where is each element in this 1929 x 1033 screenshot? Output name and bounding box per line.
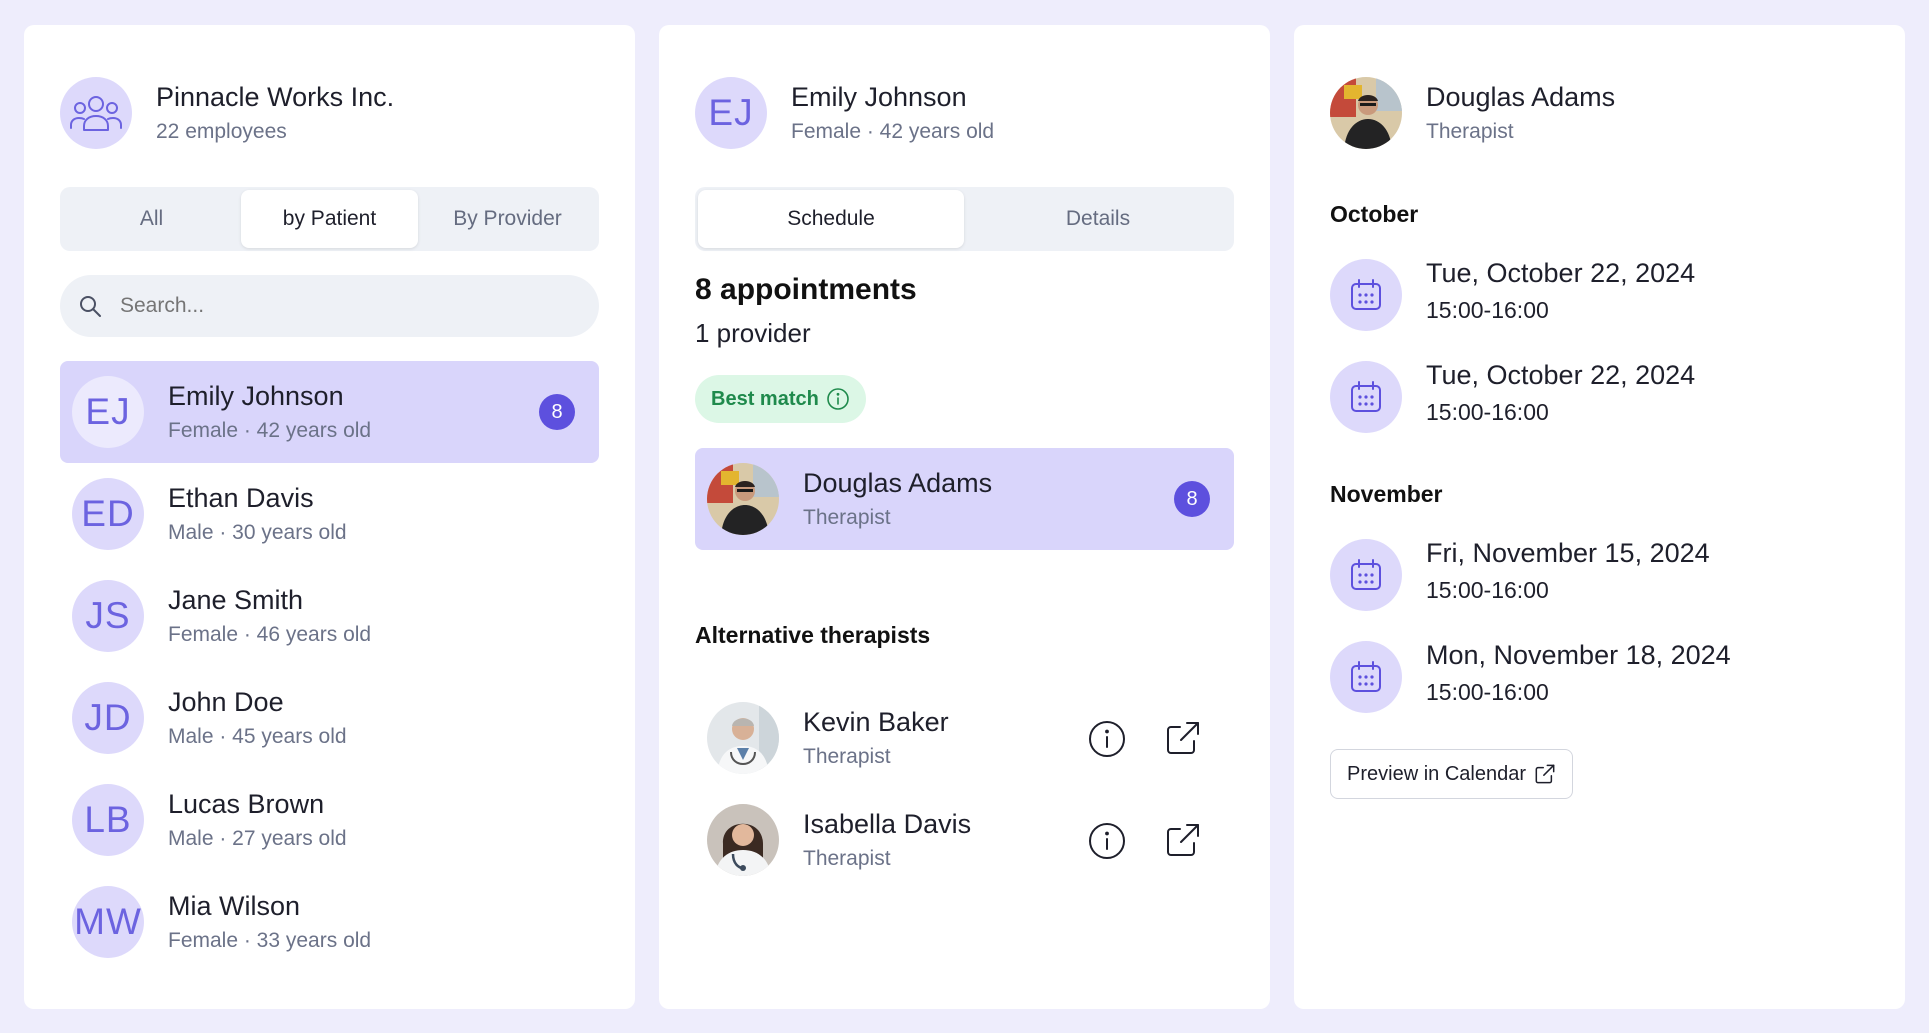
tab-schedule[interactable]: Schedule xyxy=(698,190,964,248)
patient-avatar: EJ xyxy=(695,77,767,149)
patient-row-mia-wilson[interactable]: MW Mia Wilson Female · 33 years old xyxy=(60,871,599,973)
provider-schedule-panel: Douglas Adams Therapist October Tue, Oct… xyxy=(1294,25,1905,1009)
appointment-date: Mon, November 18, 2024 xyxy=(1426,640,1731,670)
month-heading: November xyxy=(1330,481,1443,507)
filter-segmented-control: All by Patient By Provider xyxy=(60,187,599,251)
patient-avatar: LB xyxy=(72,784,144,856)
appointment-item: Tue, October 22, 2024 15:00-16:00 xyxy=(1330,255,1869,335)
patient-name: Ethan Davis xyxy=(168,483,314,513)
provider-row-douglas-adams[interactable]: Douglas Adams Therapist 8 xyxy=(695,448,1234,550)
appointment-date: Tue, October 22, 2024 xyxy=(1426,360,1696,390)
preview-in-calendar-button[interactable]: Preview in Calendar xyxy=(1330,749,1573,799)
patient-info: Female · 46 years old xyxy=(168,623,372,646)
month-heading: October xyxy=(1330,201,1419,227)
patient-name: Jane Smith xyxy=(168,585,304,615)
patient-avatar: JD xyxy=(72,682,144,754)
alternatives-heading: Alternative therapists xyxy=(695,622,931,648)
provider-name: Douglas Adams xyxy=(1426,82,1616,112)
best-match-label: Best match xyxy=(711,387,819,410)
douglas-adams-photo xyxy=(707,463,779,535)
appointments-count: 8 appointments xyxy=(695,273,917,306)
appointment-date: Fri, November 15, 2024 xyxy=(1426,538,1710,568)
calendar-icon xyxy=(1330,361,1402,433)
patient-info: Female · 42 years old xyxy=(168,419,372,442)
patient-row-lucas-brown[interactable]: LB Lucas Brown Male · 27 years old xyxy=(60,769,599,871)
appointment-time: 15:00-16:00 xyxy=(1426,297,1549,323)
calendar-icon xyxy=(1330,259,1402,331)
isabella-davis-photo xyxy=(707,804,779,876)
tab-details[interactable]: Details xyxy=(965,190,1231,248)
patient-avatar: JS xyxy=(72,580,144,652)
info-icon[interactable] xyxy=(1088,720,1126,758)
external-link-icon[interactable] xyxy=(1164,821,1202,859)
search-icon xyxy=(80,296,101,317)
patient-name: John Doe xyxy=(168,687,284,717)
preview-button-label: Preview in Calendar xyxy=(1347,762,1526,785)
appointment-time: 15:00-16:00 xyxy=(1426,577,1549,603)
patient-row-john-doe[interactable]: JD John Doe Male · 45 years old xyxy=(60,667,599,769)
therapist-name: Kevin Baker xyxy=(803,707,949,737)
patient-avatar: EJ xyxy=(72,376,144,448)
external-link-icon xyxy=(1535,764,1555,784)
patient-name: Emily Johnson xyxy=(791,82,967,112)
detail-tabs: Schedule Details xyxy=(695,187,1234,251)
tab-by-patient[interactable]: by Patient xyxy=(241,190,418,248)
patient-info: Female · 33 years old xyxy=(168,929,372,952)
patient-name: Lucas Brown xyxy=(168,789,325,819)
employee-count: 22 employees xyxy=(156,120,287,143)
appointment-item: Mon, November 18, 2024 15:00-16:00 xyxy=(1330,637,1869,717)
alternative-row-isabella-davis: Isabella Davis Therapist xyxy=(695,789,1234,891)
patient-info: Male · 27 years old xyxy=(168,827,347,850)
patient-name: Emily Johnson xyxy=(168,381,344,411)
patients-panel: Pinnacle Works Inc. 22 employees All by … xyxy=(24,25,635,1009)
alternative-row-kevin-baker: Kevin Baker Therapist xyxy=(695,687,1234,789)
company-avatar xyxy=(60,77,132,149)
therapist-role: Therapist xyxy=(803,847,891,870)
patient-avatar: ED xyxy=(72,478,144,550)
best-match-badge: Best match xyxy=(695,375,866,423)
provider-role: Therapist xyxy=(803,506,891,529)
patient-info: Male · 45 years old xyxy=(168,725,347,748)
douglas-adams-photo xyxy=(1330,77,1402,149)
therapist-role: Therapist xyxy=(803,745,891,768)
company-name: Pinnacle Works Inc. xyxy=(156,82,395,112)
search-box[interactable] xyxy=(60,275,599,337)
users-group-icon xyxy=(70,96,122,131)
patient-row-ethan-davis[interactable]: ED Ethan Davis Male · 30 years old xyxy=(60,463,599,565)
calendar-icon xyxy=(1330,641,1402,713)
patient-row-emily-johnson[interactable]: EJ Emily Johnson Female · 42 years old 8 xyxy=(60,361,599,463)
appointment-time: 15:00-16:00 xyxy=(1426,399,1549,425)
provider-role: Therapist xyxy=(1426,120,1514,143)
therapist-name: Isabella Davis xyxy=(803,809,972,839)
patient-name: Mia Wilson xyxy=(168,891,301,921)
info-icon[interactable] xyxy=(826,387,850,411)
appointment-count-badge: 8 xyxy=(1174,481,1210,517)
external-link-icon[interactable] xyxy=(1164,719,1202,757)
appointment-date: Tue, October 22, 2024 xyxy=(1426,258,1696,288)
appointment-item: Fri, November 15, 2024 15:00-16:00 xyxy=(1330,535,1869,615)
tab-all[interactable]: All xyxy=(63,190,240,248)
patient-avatar: MW xyxy=(72,886,144,958)
search-input[interactable] xyxy=(120,275,580,337)
info-icon[interactable] xyxy=(1088,822,1126,860)
kevin-baker-photo xyxy=(707,702,779,774)
tab-by-provider[interactable]: By Provider xyxy=(419,190,596,248)
calendar-icon xyxy=(1330,539,1402,611)
patient-info: Female · 42 years old xyxy=(791,120,995,143)
patient-detail-panel: EJ Emily Johnson Female · 42 years old S… xyxy=(659,25,1270,1009)
patient-row-jane-smith[interactable]: JS Jane Smith Female · 46 years old xyxy=(60,565,599,667)
appointment-count-badge: 8 xyxy=(539,394,575,430)
providers-count: 1 provider xyxy=(695,318,811,348)
patient-info: Male · 30 years old xyxy=(168,521,347,544)
appointment-time: 15:00-16:00 xyxy=(1426,679,1549,705)
appointment-item: Tue, October 22, 2024 15:00-16:00 xyxy=(1330,357,1869,437)
provider-name: Douglas Adams xyxy=(803,468,993,498)
